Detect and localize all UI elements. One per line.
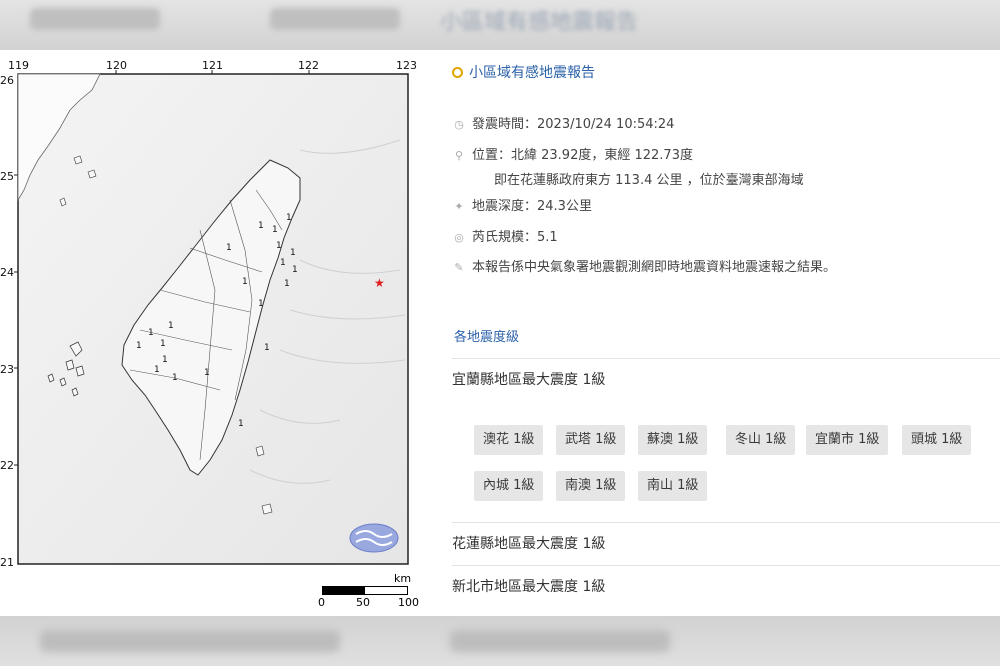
intensity-marker: 1 <box>286 213 292 223</box>
magnitude-icon: ◎ <box>454 231 464 244</box>
title-dot-icon <box>452 66 463 78</box>
note-icon: ✎ <box>454 261 464 274</box>
report-details: 小區域有感地震報告 ◷ 發震時間：2023/10/24 10:54:24 ⚲ 位… <box>440 50 1000 616</box>
intensity-map: 119 120 121 122 123 26 25 24 23 22 21 1 … <box>0 50 430 616</box>
region-newtaipei-header[interactable]: 新北市地區最大震度 1級 <box>452 565 1000 608</box>
region-label: 宜蘭縣地區最大震度 1級 <box>452 372 606 388</box>
info-note: ✎ 本報告係中央氣象署地震觀測網即時地震資料地震速報之結果。 <box>452 259 836 277</box>
blurred-title: 小區域有感地震報告 <box>440 10 639 35</box>
intensity-marker: 1 <box>162 355 168 365</box>
map-pin-icon: ⚲ <box>454 149 464 162</box>
station-chip[interactable]: 冬山 1級 <box>726 425 796 455</box>
clock-icon: ◷ <box>454 118 464 131</box>
blurred-block <box>270 8 400 30</box>
intensity-marker: 1 <box>154 365 160 375</box>
intensity-marker: 1 <box>148 328 154 338</box>
intensity-marker: 1 <box>238 419 244 429</box>
station-chip[interactable]: 宜蘭市 1級 <box>806 425 889 455</box>
report-title-row: 小區域有感地震報告 <box>452 62 595 82</box>
intensity-marker: 1 <box>168 321 174 331</box>
region-hualien-header[interactable]: 花蓮縣地區最大震度 1級 <box>452 522 1000 565</box>
intensity-marker: 1 <box>136 341 142 351</box>
intensity-marker: 1 <box>276 241 282 251</box>
scale-bar-graphic <box>322 586 408 595</box>
depth-icon: ✦ <box>454 200 464 213</box>
info-note-text: 本報告係中央氣象署地震觀測網即時地震資料地震速報之結果。 <box>472 260 837 275</box>
blurred-block <box>450 630 670 652</box>
info-depth: ✦ 地震深度：24.3公里 <box>452 198 592 216</box>
station-chip[interactable]: 內城 1級 <box>474 471 544 501</box>
info-magnitude-text: 芮氏規模：5.1 <box>472 230 558 245</box>
map-canvas: 1 1 1 1 1 1 1 1 1 1 1 1 1 1 1 1 1 1 1 1 <box>14 70 409 565</box>
station-chip[interactable]: 武塔 1級 <box>556 425 626 455</box>
intensity-marker: 1 <box>292 265 298 275</box>
station-chip[interactable]: 頭城 1級 <box>902 425 972 455</box>
info-time-text: 發震時間：2023/10/24 10:54:24 <box>472 117 675 132</box>
region-yilan-header[interactable]: 宜蘭縣地區最大震度 1級 <box>452 358 1000 401</box>
scale-tick-0: 0 <box>318 596 325 609</box>
scale-unit: km <box>394 572 412 585</box>
blurred-block <box>40 630 340 652</box>
intensity-marker: 1 <box>204 368 210 378</box>
region-label: 花蓮縣地區最大震度 1級 <box>452 536 606 552</box>
intensity-marker: 1 <box>284 279 290 289</box>
info-time: ◷ 發震時間：2023/10/24 10:54:24 <box>452 116 674 134</box>
intensity-section-label: 各地震度級 <box>454 330 520 345</box>
info-location-detail: 即在花蓮縣政府東方 113.4 公里 ，位於臺灣東部海域 <box>494 173 804 188</box>
intensity-marker: 1 <box>226 243 232 253</box>
intensity-marker: 1 <box>242 277 248 287</box>
agency-logo-icon <box>349 523 399 553</box>
info-magnitude: ◎ 芮氏規模：5.1 <box>452 229 558 247</box>
intensity-marker: 1 <box>258 299 264 309</box>
blurred-block <box>30 8 160 30</box>
intensity-marker: 1 <box>258 221 264 231</box>
backdrop-bottom <box>0 616 1000 666</box>
intensity-marker: 1 <box>172 373 178 383</box>
station-chip[interactable]: 南山 1級 <box>638 471 708 501</box>
intensity-marker: 1 <box>290 248 296 258</box>
report-title: 小區域有感地震報告 <box>469 65 595 81</box>
scale-tick-100: 100 <box>398 596 419 609</box>
intensity-marker: 1 <box>280 258 286 268</box>
report-panel: 119 120 121 122 123 26 25 24 23 22 21 1 … <box>0 50 1000 616</box>
info-location-text: 位置：北緯 23.92度，東經 122.73度 <box>472 148 693 163</box>
station-chip[interactable]: 澳花 1級 <box>474 425 544 455</box>
scale-tick-50: 50 <box>356 596 370 609</box>
region-label: 新北市地區最大震度 1級 <box>452 579 606 595</box>
intensity-marker: 1 <box>160 339 166 349</box>
info-depth-text: 地震深度：24.3公里 <box>472 199 592 214</box>
scale-bar: km 0 50 100 <box>318 572 428 616</box>
intensity-marker: 1 <box>272 225 278 235</box>
backdrop-top: 小區域有感地震報告 <box>0 0 1000 50</box>
station-chip[interactable]: 蘇澳 1級 <box>638 425 708 455</box>
intensity-marker: 1 <box>264 343 270 353</box>
station-chip[interactable]: 南澳 1級 <box>556 471 626 501</box>
epicenter-star-icon: ★ <box>374 276 385 290</box>
info-location: ⚲ 位置：北緯 23.92度，東經 122.73度 <box>452 147 693 165</box>
